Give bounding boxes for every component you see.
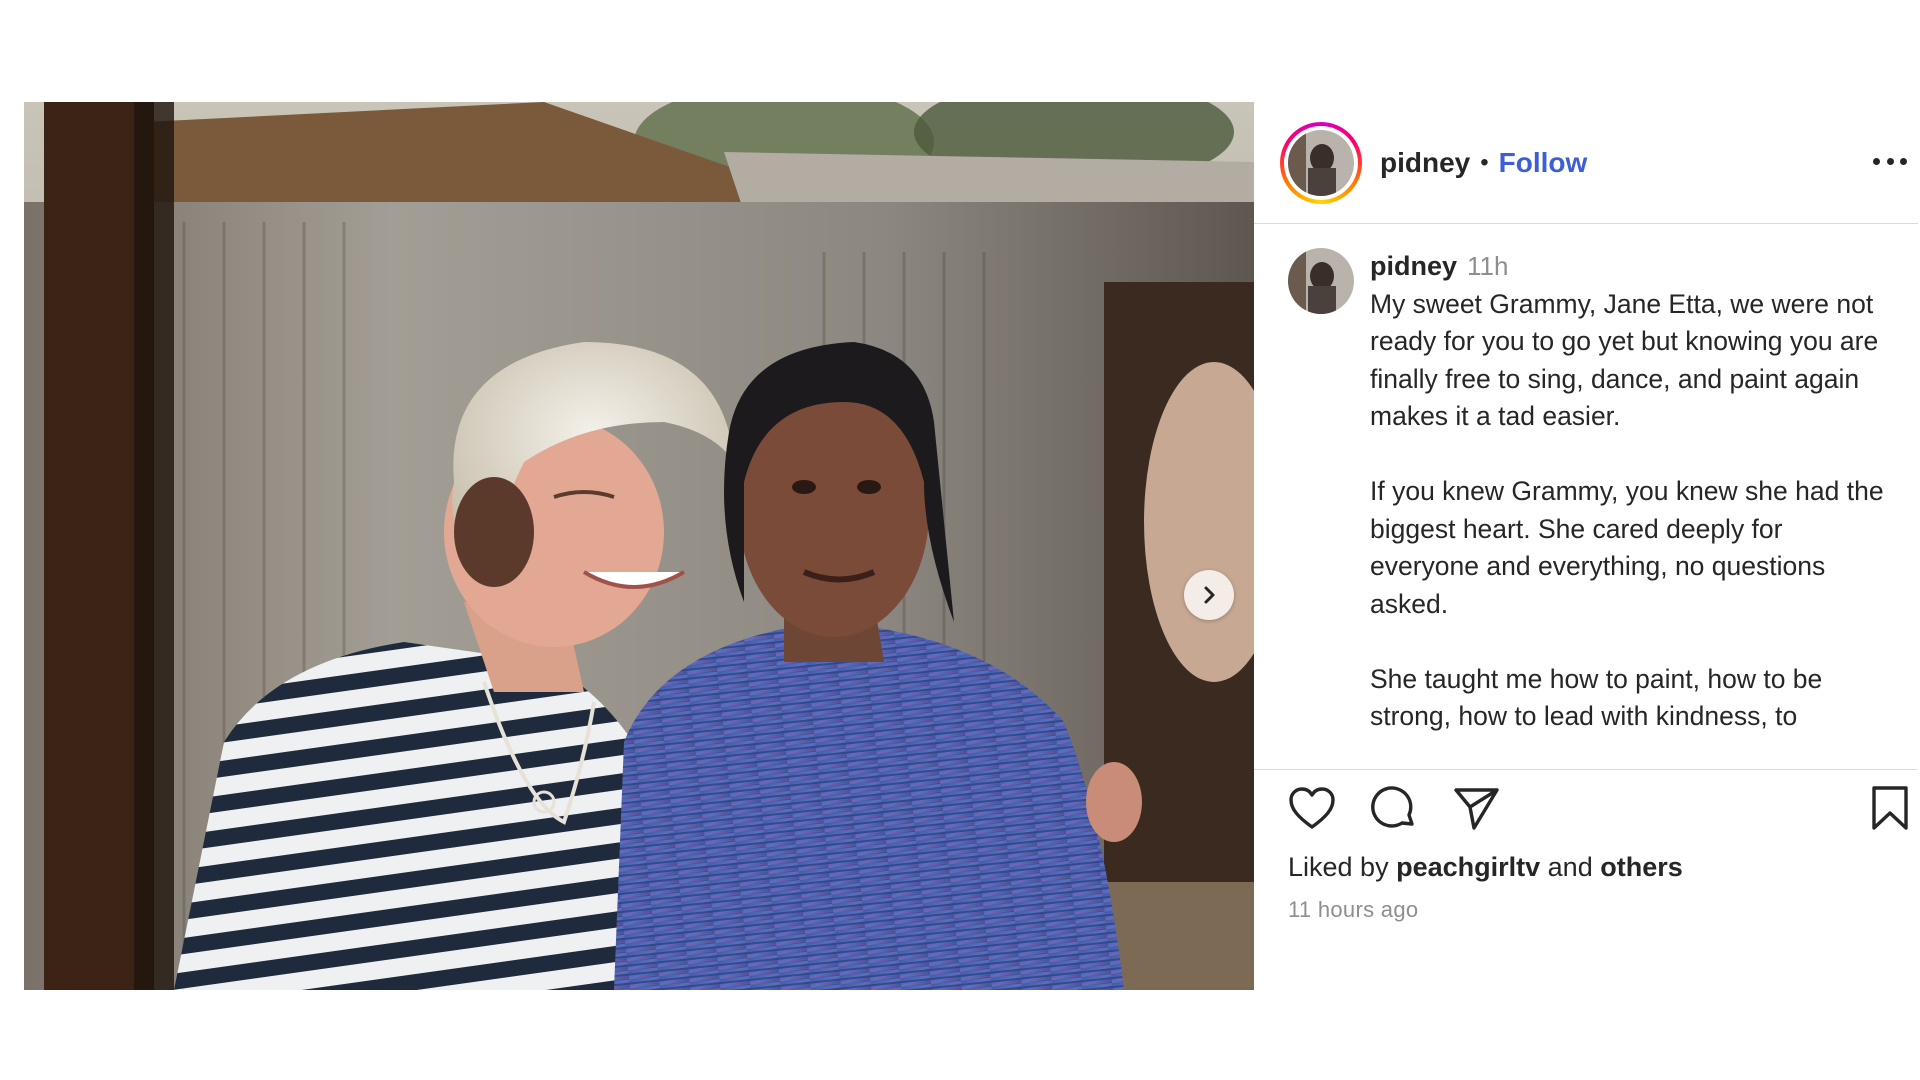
like-button[interactable] [1284,780,1340,836]
avatar [1288,129,1354,196]
caption-username[interactable]: pidney [1370,251,1457,281]
caption-paragraph: If you knew Grammy, you knew she had the… [1370,476,1884,619]
more-options-button[interactable] [1868,146,1912,176]
more-dot-icon [1886,157,1894,165]
next-photo-button[interactable] [1184,570,1234,620]
action-bar [1254,770,1918,846]
caption-paragraph: My sweet Grammy, Jane Etta, we were not … [1370,288,1879,432]
save-button[interactable] [1862,780,1918,836]
more-dot-icon [1900,157,1907,165]
post-side-panel: pidney • Follow pidney 11h My sweet Gramm… [1254,102,1918,990]
comment-button[interactable] [1366,780,1422,836]
caption-area[interactable]: pidney 11h My sweet Grammy, Jane Etta, we… [1254,224,1918,770]
follow-button[interactable]: Follow [1499,147,1588,179]
likes-summary: Liked by peachgirltv and others [1254,846,1918,883]
instagram-post: pidney • Follow pidney 11h My sweet Gramm… [24,102,1918,990]
caption-meta: pidney 11h [1370,248,1890,286]
post-timestamp[interactable]: 11 hours ago [1254,883,1918,923]
likes-prefix: Liked by [1288,852,1389,882]
header-username[interactable]: pidney [1380,147,1470,179]
post-photo[interactable] [24,102,1254,990]
post-header: pidney • Follow [1254,102,1918,224]
caption-time-ago: 11h [1467,251,1509,281]
likes-conjunction: and [1547,852,1593,882]
photo-two-women-embracing [24,102,1254,990]
caption-paragraph: She taught me how to paint, how to be st… [1370,663,1823,732]
avatar-story-ring[interactable] [1280,121,1362,204]
header-separator: • [1480,148,1489,176]
chevron-right-icon [1204,586,1215,604]
comment-icon [1371,786,1414,828]
avatar-inner [1284,125,1358,200]
bookmark-icon [1872,786,1908,830]
caption-body: pidney 11h My sweet Grammy, Jane Etta, we… [1370,248,1890,769]
send-icon [1454,788,1499,830]
share-button[interactable] [1448,780,1504,836]
more-dot-icon [1873,157,1880,165]
caption-avatar[interactable] [1288,248,1354,314]
liked-by-user-link[interactable]: peachgirltv [1396,852,1540,882]
heart-icon [1289,787,1335,829]
liked-by-others-link[interactable]: others [1600,852,1683,882]
